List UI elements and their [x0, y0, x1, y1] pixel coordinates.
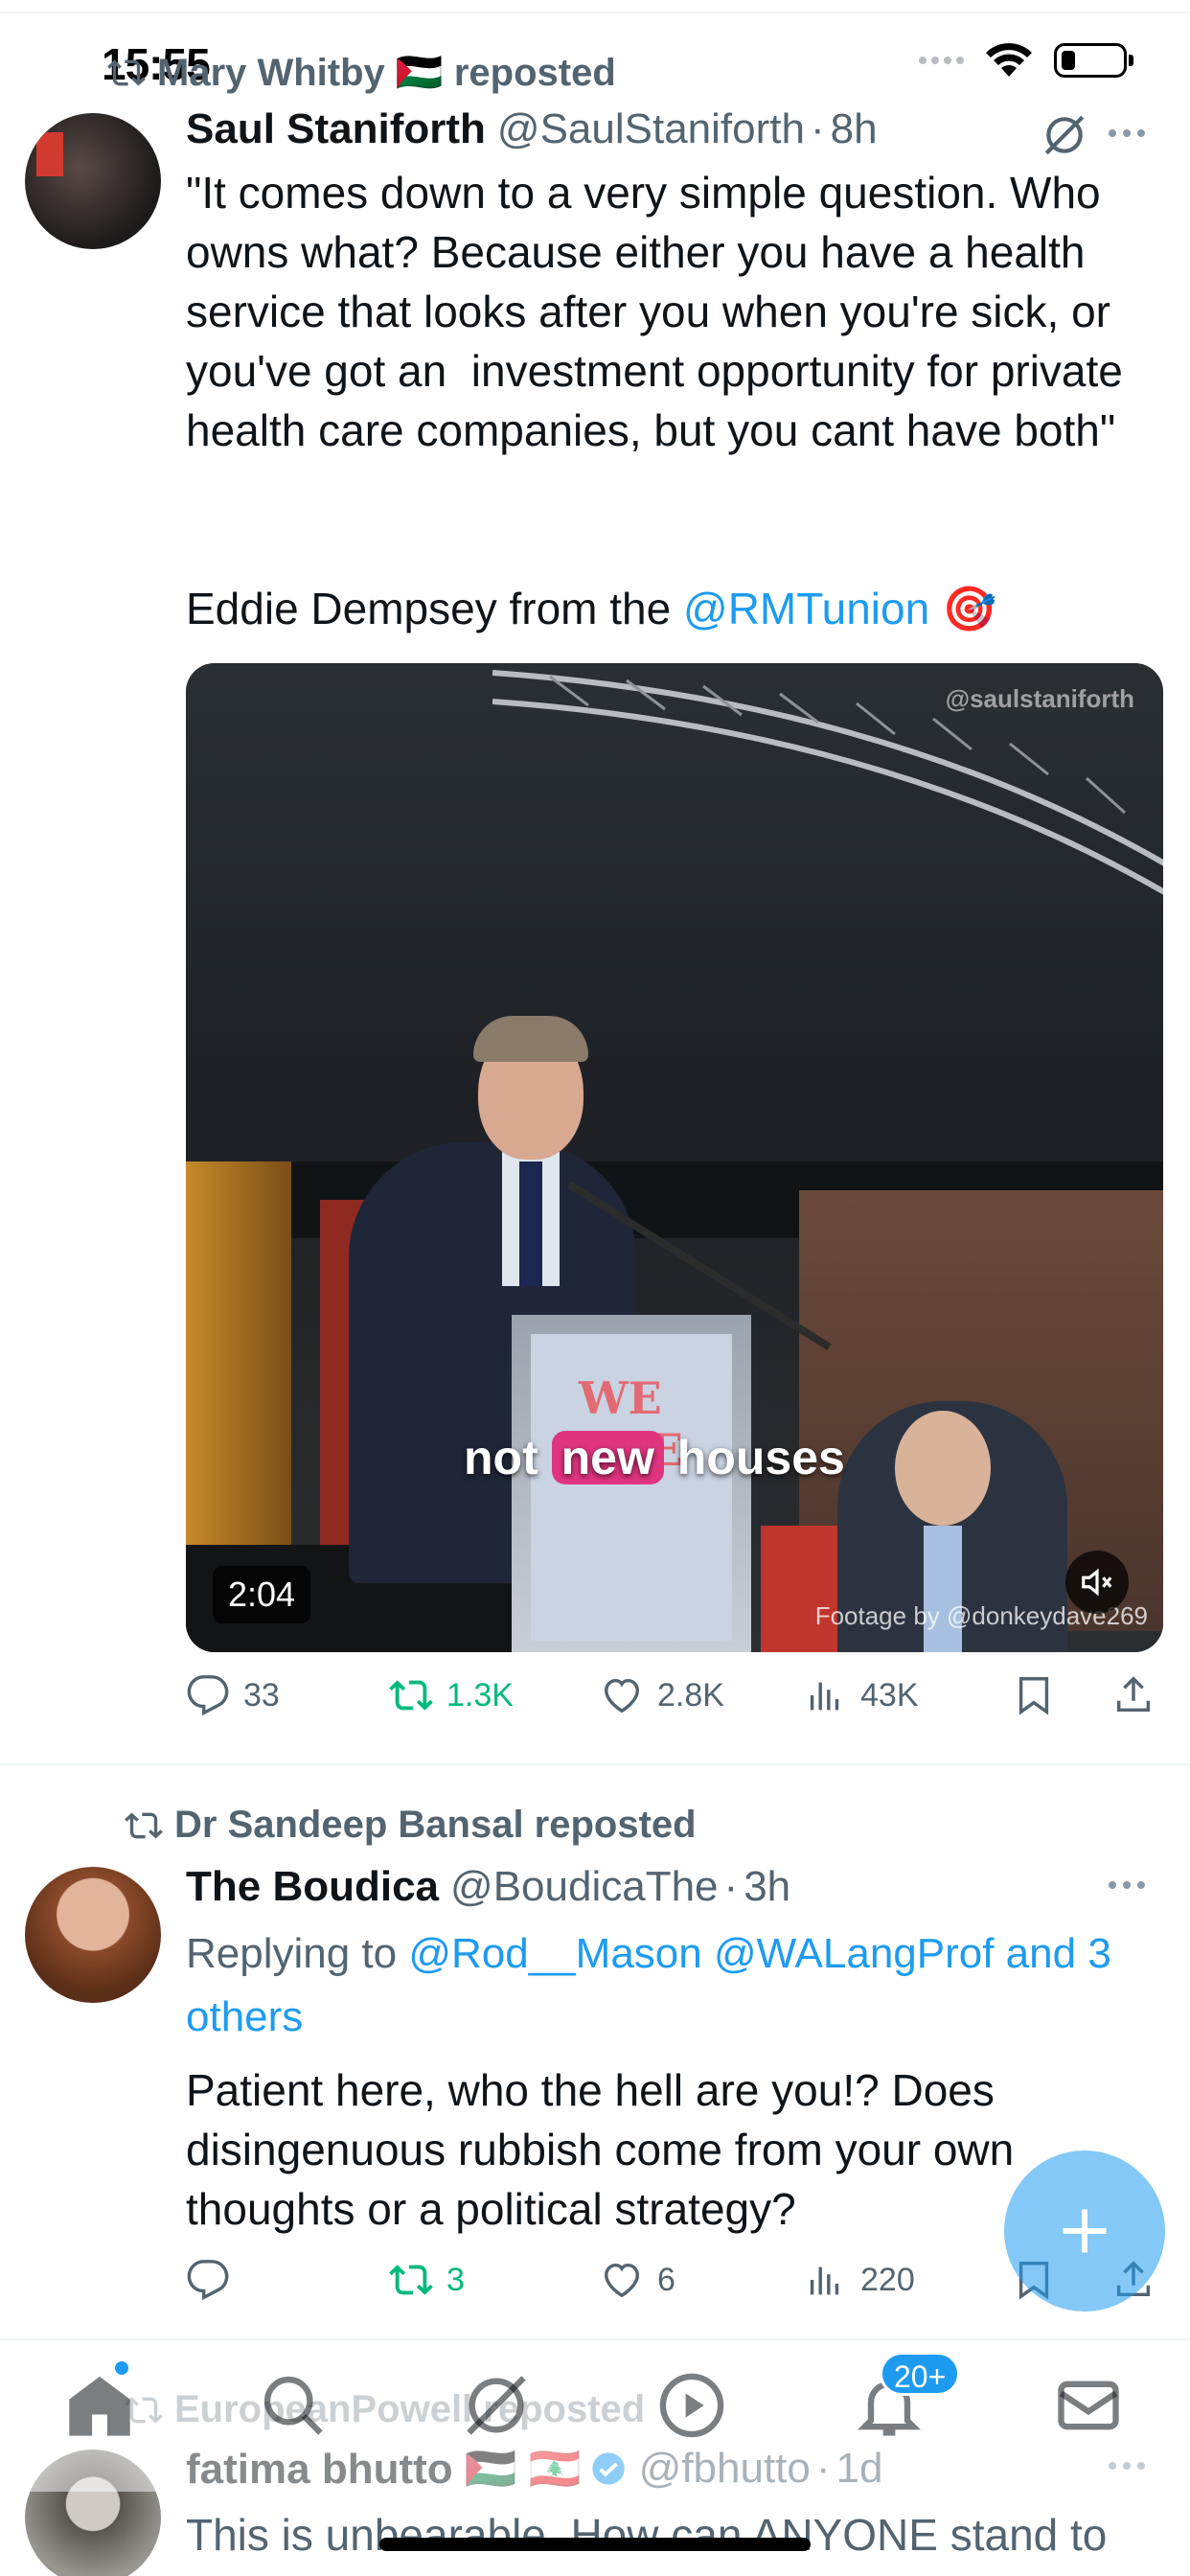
like-button[interactable]: 2.8K [600, 1673, 724, 1717]
display-name[interactable]: The Boudica [186, 1863, 439, 1911]
heart-icon [604, 2263, 640, 2298]
status-icons [919, 42, 1133, 79]
avatar[interactable] [25, 1867, 161, 2003]
bookmark-icon [1018, 1677, 1049, 1715]
like-count: 2.8K [657, 1676, 724, 1714]
tweet-header: Saul Staniforth @SaulStaniforth · 8h [186, 105, 878, 153]
handle[interactable]: @BoudicaThe [450, 1863, 719, 1911]
repost-small-icon [125, 1811, 163, 1839]
tweet-divider [0, 2338, 1190, 2340]
share-button[interactable] [1111, 1673, 1156, 1717]
share-icon [1116, 1676, 1151, 1713]
views-count: 43K [860, 1676, 919, 1714]
muted-speaker-icon [1082, 1568, 1112, 1597]
search-icon [263, 2376, 323, 2435]
video-player[interactable]: WE ARE @saulstaniforth not new houses Fo… [186, 663, 1163, 1652]
views-count: 220 [860, 2261, 915, 2298]
views-bar-chart-icon [810, 1682, 839, 1711]
replying-to-prefix: Replying to [186, 1930, 409, 1977]
repost-button[interactable]: 1.3K [389, 1673, 514, 1717]
like-count: 6 [657, 2261, 675, 2298]
reply-button[interactable]: 33 [186, 1673, 280, 1717]
home-icon [69, 2376, 130, 2436]
replying-to: Replying to @Rod__Mason @WALangProf and … [186, 1922, 1163, 2049]
bookmark-button[interactable] [1012, 1673, 1056, 1717]
bottom-navigation: 20+ [0, 2348, 1190, 2492]
display-name[interactable]: Saul Staniforth [186, 105, 486, 153]
video-watermark: @saulstaniforth [945, 684, 1134, 713]
tweet-text: "It comes down to a very simple question… [186, 168, 1135, 455]
repost-count: 3 [446, 2261, 465, 2298]
tweet-actions: 33 1.3K 2.8K 43K [186, 1673, 1163, 1731]
tweet-text-prefix: Eddie Dempsey from the [186, 584, 684, 633]
top-divider [0, 12, 1190, 13]
video-duration: 2:04 [213, 1566, 311, 1623]
views-bar-chart-icon [810, 2266, 839, 2295]
repost-icon [389, 2265, 433, 2295]
avatar[interactable] [25, 113, 161, 249]
nav-video[interactable] [655, 2369, 728, 2442]
nav-grok[interactable] [460, 2369, 533, 2442]
home-unread-dot [115, 2361, 128, 2375]
reply-icon [187, 1675, 229, 1716]
signal-icon [919, 57, 964, 64]
home-indicator [379, 2538, 811, 2551]
mail-icon [1058, 2380, 1119, 2430]
repost-button[interactable]: 3 [389, 2258, 465, 2302]
mention-link[interactable]: @RMTunion [683, 584, 929, 633]
handle[interactable]: @SaulStaniforth [497, 105, 805, 153]
reply-icon [187, 2260, 229, 2301]
mute-button[interactable] [1065, 1551, 1129, 1614]
tweet-text: This is unbearable. How can ANYONE stand… [186, 2510, 1108, 2560]
repost-icon [389, 1680, 433, 1711]
reply-count: 33 [243, 1676, 280, 1714]
reply-button[interactable] [186, 2258, 243, 2302]
like-button[interactable]: 6 [600, 2258, 675, 2302]
heart-icon [604, 1678, 640, 1714]
tweet-age: 8h [830, 105, 878, 152]
plus-icon [1063, 2209, 1107, 2253]
target-emoji: 🎯 [941, 584, 997, 633]
grok-icon[interactable] [1041, 111, 1088, 159]
video-caption: not new houses [464, 1431, 845, 1484]
views-button[interactable]: 43K [803, 1673, 919, 1717]
notifications-badge: 20+ [880, 2352, 961, 2396]
play-circle-icon [659, 2373, 724, 2438]
nav-search[interactable] [257, 2369, 330, 2442]
repost-small-icon [107, 58, 146, 86]
more-options-icon[interactable] [1098, 119, 1156, 148]
repost-context-text: Dr Sandeep Bansal reposted [174, 1804, 697, 1846]
repost-context-text: Mary Whitby 🇵🇸 reposted [157, 52, 616, 94]
wifi-icon [986, 43, 1032, 77]
repost-context: Dr Sandeep Bansal reposted [125, 1804, 697, 1847]
repost-context: Mary Whitby 🇵🇸 reposted [107, 50, 616, 95]
tweet-header: The Boudica @BoudicaThe · 3h [186, 1863, 791, 1911]
more-options-icon[interactable] [1098, 1871, 1156, 1899]
tweet-age: 3h [744, 1863, 791, 1910]
nav-messages[interactable] [1052, 2369, 1125, 2442]
tweet-text-line-2: Eddie Dempsey from the @RMTunion 🎯 [186, 579, 1163, 638]
compose-button[interactable] [1004, 2150, 1165, 2312]
grok-icon [467, 2376, 526, 2435]
battery-icon [1054, 43, 1133, 78]
repost-count: 1.3K [446, 1676, 514, 1714]
views-button[interactable]: 220 [803, 2258, 915, 2302]
tweet-divider [0, 1763, 1190, 1765]
nav-home[interactable] [63, 2369, 136, 2442]
